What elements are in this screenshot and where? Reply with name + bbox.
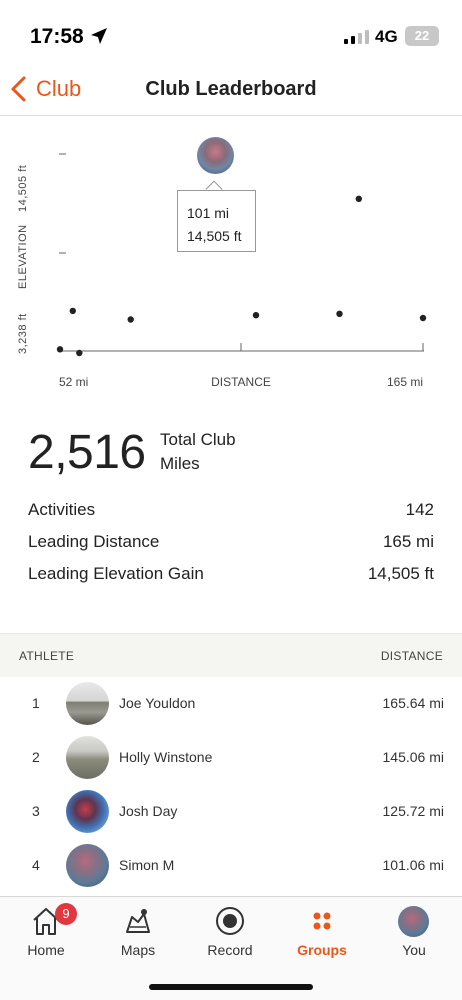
tooltip-distance: 101 mi [187,205,230,221]
athlete-name[interactable]: Josh Day [119,803,177,819]
rank: 3 [32,803,40,819]
leaderboard-row[interactable]: 4 Simon M 101.06 mi [0,839,462,893]
total-club-miles-label: Total Club Miles [160,430,236,473]
data-point-7[interactable] [355,195,362,202]
athlete-distance: 125.72 mi [382,803,444,819]
maps-icon [126,909,150,933]
avatar [398,906,429,937]
stat-label: Activities [28,500,96,519]
column-athlete: ATHLETE [19,649,75,663]
data-point-2[interactable] [76,349,83,357]
tab-label: Groups [297,942,347,958]
tab-label: Maps [120,942,156,958]
tooltip-elevation: 14,505 ft [187,228,242,244]
avatar[interactable] [66,790,109,833]
avatar[interactable] [66,682,109,725]
location-arrow-icon [91,28,107,44]
column-distance: DISTANCE [380,649,443,663]
home-indicator [149,984,313,990]
record-icon [216,907,244,935]
tab-groups[interactable]: Groups [276,897,368,967]
tab-record[interactable]: Record [184,897,276,967]
avatar[interactable] [66,736,109,779]
athlete-distance: 145.06 mi [382,749,444,765]
tab-label: You [402,942,426,958]
x-axis-label: DISTANCE [211,375,271,389]
tab-label: Record [207,942,253,958]
data-point-6[interactable] [336,310,343,317]
selected-athlete-avatar [197,137,234,174]
battery-icon: 22 [405,26,439,46]
total-club-miles-value: 2,516 [28,426,146,479]
y-tick-min: 3,238 ft [17,313,29,354]
stat-row-leading-elevation: Leading Elevation Gain 14,505 ft [28,564,434,594]
athlete-name[interactable]: Simon M [119,857,174,873]
data-point-5[interactable] [252,312,260,319]
network-type: 4G [375,27,398,46]
leaderboard-row[interactable]: 3 Josh Day 125.72 mi [0,785,462,839]
athlete-name[interactable]: Holly Winstone [119,749,212,765]
rank: 1 [32,695,40,711]
tab-label: Home [27,942,65,958]
stat-row-activities: Activities 142 [28,500,434,530]
leaderboard-row[interactable]: 2 Holly Winstone 145.06 mi [0,731,462,785]
data-point-8[interactable] [419,314,427,322]
leaderboard-chart[interactable]: 14,505 ft ELEVATION 3,238 ft 52 mi DISTA… [0,117,462,407]
stat-value: 142 [405,500,434,519]
status-time: 17:58 [30,25,84,48]
data-point-3[interactable] [127,316,134,323]
leaderboard-row[interactable]: 1 Joe Youldon 165.64 mi [0,677,462,731]
chart-tooltip: 101 mi 14,505 ft [177,190,256,252]
notification-badge: 9 [55,903,77,925]
x-tick-max: 165 mi [387,375,423,389]
stat-value: 165 mi [382,532,434,551]
leaderboard-header: ATHLETE DISTANCE [0,633,462,677]
athlete-name[interactable]: Joe Youldon [119,695,195,711]
data-point-0[interactable] [56,346,64,353]
athlete-distance: 165.64 mi [382,695,444,711]
status-bar: 17:58 4G 22 [0,0,462,62]
tab-you[interactable]: You [368,897,460,967]
groups-icon [313,912,331,930]
stat-row-leading-distance: Leading Distance 165 mi [28,532,434,562]
y-axis-label: ELEVATION [17,224,29,289]
stat-label: Leading Elevation Gain [28,564,204,583]
signal-icon [344,30,369,44]
stat-value: 14,505 ft [367,564,434,583]
avatar[interactable] [66,844,109,887]
data-point-1[interactable] [69,307,77,315]
athlete-distance: 101.06 mi [382,857,444,873]
y-tick-max: 14,505 ft [17,165,29,212]
nav-header: Club Club Leaderboard [0,62,462,116]
tab-home[interactable]: 9 Home [0,897,92,967]
rank: 4 [32,857,40,873]
rank: 2 [32,749,40,765]
page-title: Club Leaderboard [145,78,317,100]
stat-label: Leading Distance [28,532,160,551]
tab-maps[interactable]: Maps [92,897,184,967]
x-tick-min: 52 mi [59,375,88,389]
